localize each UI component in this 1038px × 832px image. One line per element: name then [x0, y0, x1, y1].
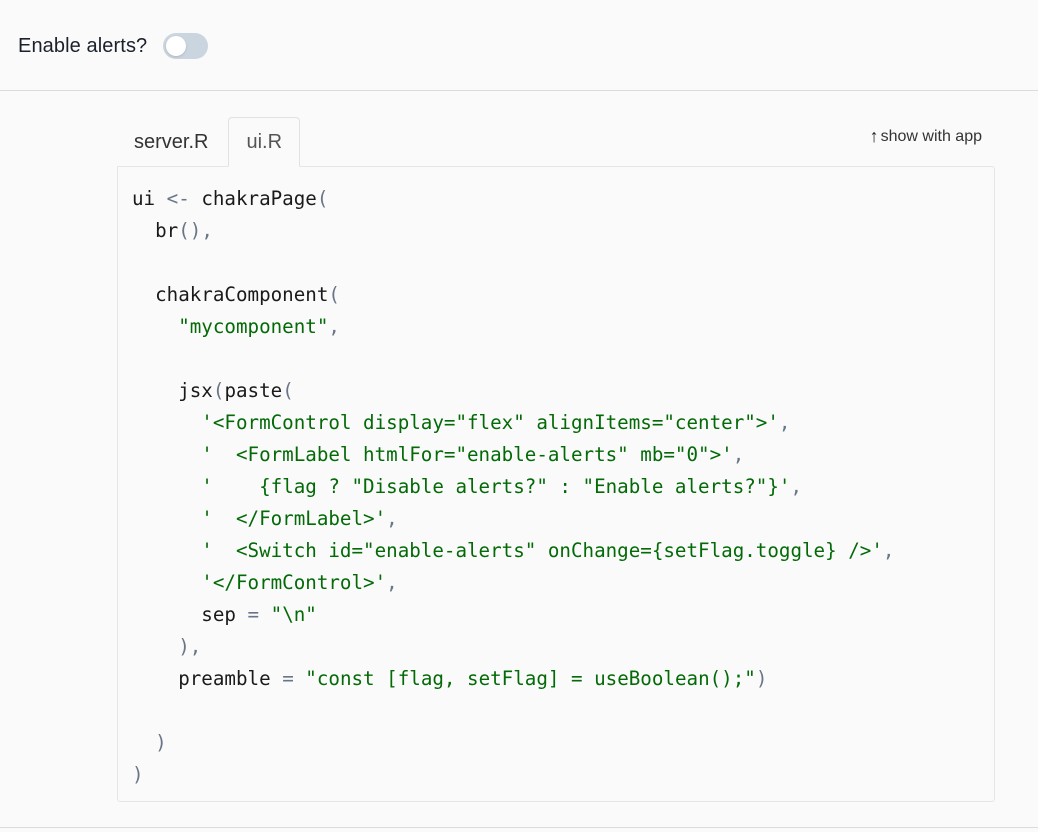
- code-line: preamble = "const [flag, setFlag] = useB…: [132, 663, 894, 695]
- code-token: ,: [732, 443, 745, 466]
- code-token: sep: [132, 603, 248, 626]
- arrow-up-icon: ↑: [869, 126, 879, 146]
- code-token: ' {flag ? "Disable alerts?" : "Enable al…: [132, 475, 791, 498]
- code-token: =: [282, 667, 294, 690]
- code-line: ): [132, 727, 894, 759]
- code-token: (: [316, 187, 329, 210]
- code-token: chakraComponent: [132, 283, 329, 306]
- code-token: ' <Switch id="enable-alerts" onChange={s…: [132, 539, 883, 562]
- code-token: '</FormControl>': [132, 571, 387, 594]
- code-token: "mycomponent": [132, 315, 329, 338]
- tab-server-r[interactable]: server.R: [118, 117, 224, 167]
- code-token: ,: [882, 539, 895, 562]
- code-token: ): [132, 763, 144, 786]
- code-token: =: [247, 603, 260, 626]
- tab-ui-r[interactable]: ui.R: [228, 117, 301, 167]
- code-line: chakraComponent(: [132, 279, 894, 311]
- code-token: chakraPage: [189, 187, 317, 210]
- code-line: ' <Switch id="enable-alerts" onChange={s…: [132, 535, 894, 567]
- code-token: (: [212, 379, 225, 402]
- code-token: jsx: [132, 379, 213, 402]
- code-token: (),: [178, 219, 213, 242]
- code-token: ' <FormLabel htmlFor="enable-alerts" mb=…: [132, 443, 733, 466]
- enable-alerts-switch[interactable]: [163, 33, 209, 59]
- code-line: jsx(paste(: [132, 375, 894, 407]
- code-token: br: [132, 219, 179, 242]
- code-line: sep = "\n": [132, 599, 894, 631]
- code-line: ' </FormLabel>',: [132, 503, 894, 535]
- file-tabs: server.R ui.R: [118, 117, 301, 167]
- code-token: paste: [224, 379, 283, 402]
- code-token: (: [328, 283, 340, 306]
- code-token: ),: [132, 635, 202, 658]
- code-token: "\n": [259, 603, 317, 626]
- code-line: ui <- chakraPage(: [132, 183, 894, 215]
- code-token: (: [282, 379, 294, 402]
- code-line: '</FormControl>',: [132, 567, 894, 599]
- switch-thumb: [166, 36, 187, 56]
- code-token: ): [755, 667, 768, 690]
- code-panel: ui <- chakraPage( br(), chakraComponent(…: [117, 166, 995, 802]
- code-token: ' </FormLabel>': [132, 507, 387, 530]
- code-block: ui <- chakraPage( br(), chakraComponent(…: [132, 183, 894, 791]
- code-line: "mycomponent",: [132, 311, 894, 343]
- code-token: ui: [132, 187, 167, 210]
- code-token: "const [flag, setFlag] = useBoolean();": [293, 667, 756, 690]
- code-line: br(),: [132, 215, 894, 247]
- code-token: ,: [790, 475, 803, 498]
- code-token: ,: [386, 507, 398, 530]
- form-control: Enable alerts?: [18, 30, 209, 62]
- app-preview: Enable alerts?: [0, 0, 1038, 91]
- code-line: '<FormControl display="flex" alignItems=…: [132, 407, 894, 439]
- code-token: preamble: [132, 667, 283, 690]
- show-with-app-link[interactable]: ↑ show with app: [870, 126, 982, 147]
- code-token: ,: [386, 571, 398, 594]
- code-line: ): [132, 759, 894, 791]
- enable-alerts-label: Enable alerts?: [18, 34, 148, 57]
- divider: [0, 827, 1038, 828]
- code-token: ,: [328, 315, 340, 338]
- code-token: ): [132, 731, 167, 754]
- show-with-app-label: show with app: [880, 127, 982, 145]
- code-token: ,: [778, 411, 791, 434]
- code-line: ),: [132, 631, 894, 663]
- code-token: <-: [166, 187, 190, 210]
- divider: [0, 90, 1038, 91]
- code-token: '<FormControl display="flex" alignItems=…: [132, 411, 779, 434]
- code-line: ' {flag ? "Disable alerts?" : "Enable al…: [132, 471, 894, 503]
- code-line: ' <FormLabel htmlFor="enable-alerts" mb=…: [132, 439, 894, 471]
